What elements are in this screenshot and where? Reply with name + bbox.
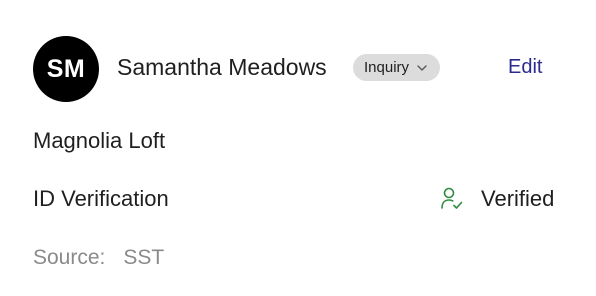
edit-button[interactable]: Edit [508, 54, 542, 80]
avatar: SM [33, 36, 99, 102]
id-verification-label: ID Verification [33, 186, 169, 211]
verification-status: Verified [440, 184, 554, 214]
user-check-icon [440, 186, 464, 212]
source-row: Source: SST [33, 244, 164, 272]
source-value: SST [123, 246, 165, 269]
property-name: Magnolia Loft [33, 128, 166, 153]
avatar-initials: SM [46, 54, 86, 83]
status-dropdown[interactable]: Inquiry [353, 54, 441, 81]
verification-status-text: Verified [481, 186, 555, 211]
contact-card: SM Samantha Meadows Inquiry Edit Magnoli… [0, 0, 596, 296]
status-label: Inquiry [364, 59, 410, 76]
contact-name: Samantha Meadows [117, 54, 327, 80]
source-label: Source: [33, 246, 106, 269]
chevron-down-icon [416, 62, 428, 74]
